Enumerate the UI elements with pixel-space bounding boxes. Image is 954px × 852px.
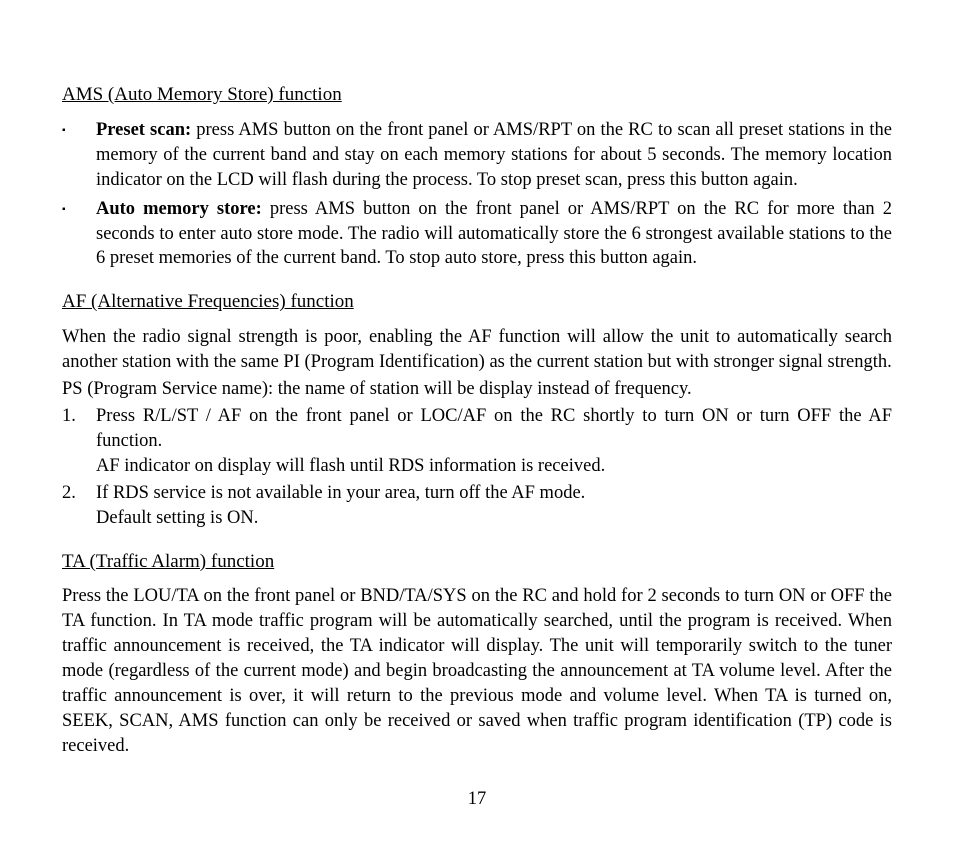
af-intro-line-2: PS (Program Service name): the name of s… xyxy=(62,377,892,402)
list-item: Preset scan: press AMS button on the fro… xyxy=(62,118,892,193)
bullet-bold-label: Auto memory store: xyxy=(96,199,262,219)
list-item: If RDS service is not available in your … xyxy=(62,481,892,531)
page-number: 17 xyxy=(62,787,892,812)
heading-ams: AMS (Auto Memory Store) function xyxy=(62,82,892,108)
ams-bullet-list: Preset scan: press AMS button on the fro… xyxy=(62,118,892,272)
heading-ta: TA (Traffic Alarm) function xyxy=(62,549,892,575)
list-item: Auto memory store: press AMS button on t… xyxy=(62,197,892,272)
numbered-item-line: Default setting is ON. xyxy=(96,506,892,531)
bullet-bold-label: Preset scan: xyxy=(96,120,191,140)
bullet-text: press AMS button on the front panel or A… xyxy=(96,120,892,190)
ta-body: Press the LOU/TA on the front panel or B… xyxy=(62,584,892,759)
numbered-item-line: Press R/L/ST / AF on the front panel or … xyxy=(96,404,892,454)
heading-af: AF (Alternative Frequencies) function xyxy=(62,289,892,315)
list-item: Press R/L/ST / AF on the front panel or … xyxy=(62,404,892,479)
af-intro-line-1: When the radio signal strength is poor, … xyxy=(62,325,892,375)
numbered-item-line: If RDS service is not available in your … xyxy=(96,481,892,506)
af-numbered-list: Press R/L/ST / AF on the front panel or … xyxy=(62,404,892,531)
numbered-item-line: AF indicator on display will flash until… xyxy=(96,454,892,479)
